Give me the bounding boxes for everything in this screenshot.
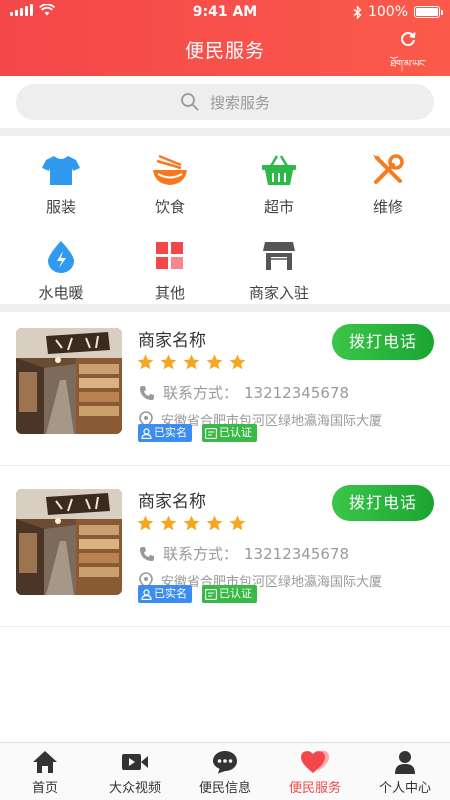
category-label: 水电暖	[38, 284, 84, 302]
search-section: 搜索服务	[0, 76, 450, 128]
star-icon	[160, 515, 177, 531]
bottom-tab-bar: 首页 大众视频 便民信息 便民服务 个人中心	[0, 742, 450, 800]
real-name-badge: 已实名	[138, 424, 192, 442]
person-icon	[360, 749, 450, 775]
tab-service[interactable]: 便民服务	[270, 743, 360, 800]
rating-stars	[137, 515, 246, 531]
repair-tools-icon	[368, 150, 408, 190]
star-icon	[206, 515, 223, 531]
category-repair[interactable]: 维修	[338, 140, 438, 220]
grid-icon	[150, 236, 190, 276]
storefront-icon	[259, 236, 299, 276]
star-icon	[183, 354, 200, 370]
category-supermarket[interactable]: 超市	[229, 140, 329, 220]
category-label: 服装	[45, 198, 76, 216]
category-label: 超市	[263, 198, 294, 216]
real-name-badge: 已实名	[138, 585, 192, 603]
bluetooth-icon	[353, 5, 362, 19]
search-icon	[181, 93, 199, 111]
divider	[0, 128, 450, 136]
star-icon	[183, 515, 200, 531]
utilities-drop-icon	[41, 236, 81, 276]
phone-icon	[140, 546, 154, 561]
id-card-icon	[205, 427, 217, 439]
phone-number: 13212345678	[244, 545, 349, 563]
merchant-card[interactable]: 商家名称 联系方式： 13212345678 安徽省合肥市包河区绿地瀛海国际大厦 …	[0, 473, 450, 627]
category-utilities[interactable]: 水电暖	[11, 226, 111, 306]
star-icon	[229, 354, 246, 370]
user-badge-icon	[141, 588, 152, 600]
star-icon	[229, 515, 246, 531]
certified-badge: 已认证	[202, 585, 257, 603]
user-badge-icon	[141, 427, 152, 439]
certified-badge: 已认证	[202, 424, 257, 442]
heart-icon	[270, 749, 360, 775]
id-card-icon	[205, 588, 217, 600]
tab-info[interactable]: 便民信息	[180, 743, 270, 800]
merchant-card[interactable]: 商家名称 联系方式： 13212345678 安徽省合肥市包河区绿地瀛海国际大厦 …	[0, 312, 450, 466]
clothing-icon	[41, 150, 81, 190]
video-camera-icon	[90, 749, 180, 775]
tab-video[interactable]: 大众视频	[90, 743, 180, 800]
refresh-icon	[401, 32, 416, 47]
battery-icon	[414, 6, 443, 18]
tab-profile[interactable]: 个人中心	[360, 743, 450, 800]
merchant-photo	[16, 489, 122, 595]
merchant-tags: 已实名 已认证	[138, 424, 257, 442]
category-merchant-join[interactable]: 商家入驻	[229, 226, 329, 306]
merchant-tags: 已实名 已认证	[138, 585, 257, 603]
merchant-contact: 联系方式： 13212345678	[139, 382, 349, 403]
contact-label: 联系方式：	[163, 384, 239, 402]
rating-stars	[137, 354, 246, 370]
merchant-name: 商家名称	[138, 492, 206, 512]
call-button[interactable]: 拨打电话	[332, 324, 434, 360]
category-grid: 服装 饮食 超市 维修 水电暖 其他 商家入驻	[0, 136, 450, 304]
header: 9:41 AM 100% 便民服务 ཐོག་མ་ཡང་བསྐྱར།	[0, 0, 450, 98]
category-other[interactable]: 其他	[120, 226, 220, 306]
category-food[interactable]: 饮食	[120, 140, 220, 220]
battery-percent: 100%	[367, 4, 408, 20]
food-bowl-icon	[150, 150, 190, 190]
chat-bubble-icon	[180, 749, 270, 775]
phone-icon	[140, 385, 154, 400]
phone-number: 13212345678	[244, 384, 349, 402]
star-icon	[137, 515, 154, 531]
star-icon	[206, 354, 223, 370]
merchant-contact: 联系方式： 13212345678	[139, 543, 349, 564]
category-label: 饮食	[154, 198, 185, 216]
category-label: 维修	[372, 198, 403, 216]
tab-home[interactable]: 首页	[0, 743, 90, 800]
divider	[0, 304, 450, 312]
search-placeholder: 搜索服务	[209, 93, 270, 112]
category-label: 其他	[154, 284, 185, 302]
merchant-photo	[16, 328, 122, 434]
search-input[interactable]: 搜索服务	[16, 84, 434, 120]
star-icon	[160, 354, 177, 370]
star-icon	[137, 354, 154, 370]
status-bar: 9:41 AM 100%	[0, 0, 450, 24]
call-button[interactable]: 拨打电话	[332, 485, 434, 521]
app-screen: 9:41 AM 100% 便民服务 ཐོག་མ་ཡང་བསྐྱར།	[0, 0, 450, 800]
shopping-basket-icon	[259, 150, 299, 190]
home-icon	[0, 749, 90, 775]
category-label: 商家入驻	[248, 284, 309, 302]
merchant-name: 商家名称	[138, 331, 206, 351]
category-clothing[interactable]: 服装	[11, 140, 111, 220]
contact-label: 联系方式：	[163, 545, 239, 563]
